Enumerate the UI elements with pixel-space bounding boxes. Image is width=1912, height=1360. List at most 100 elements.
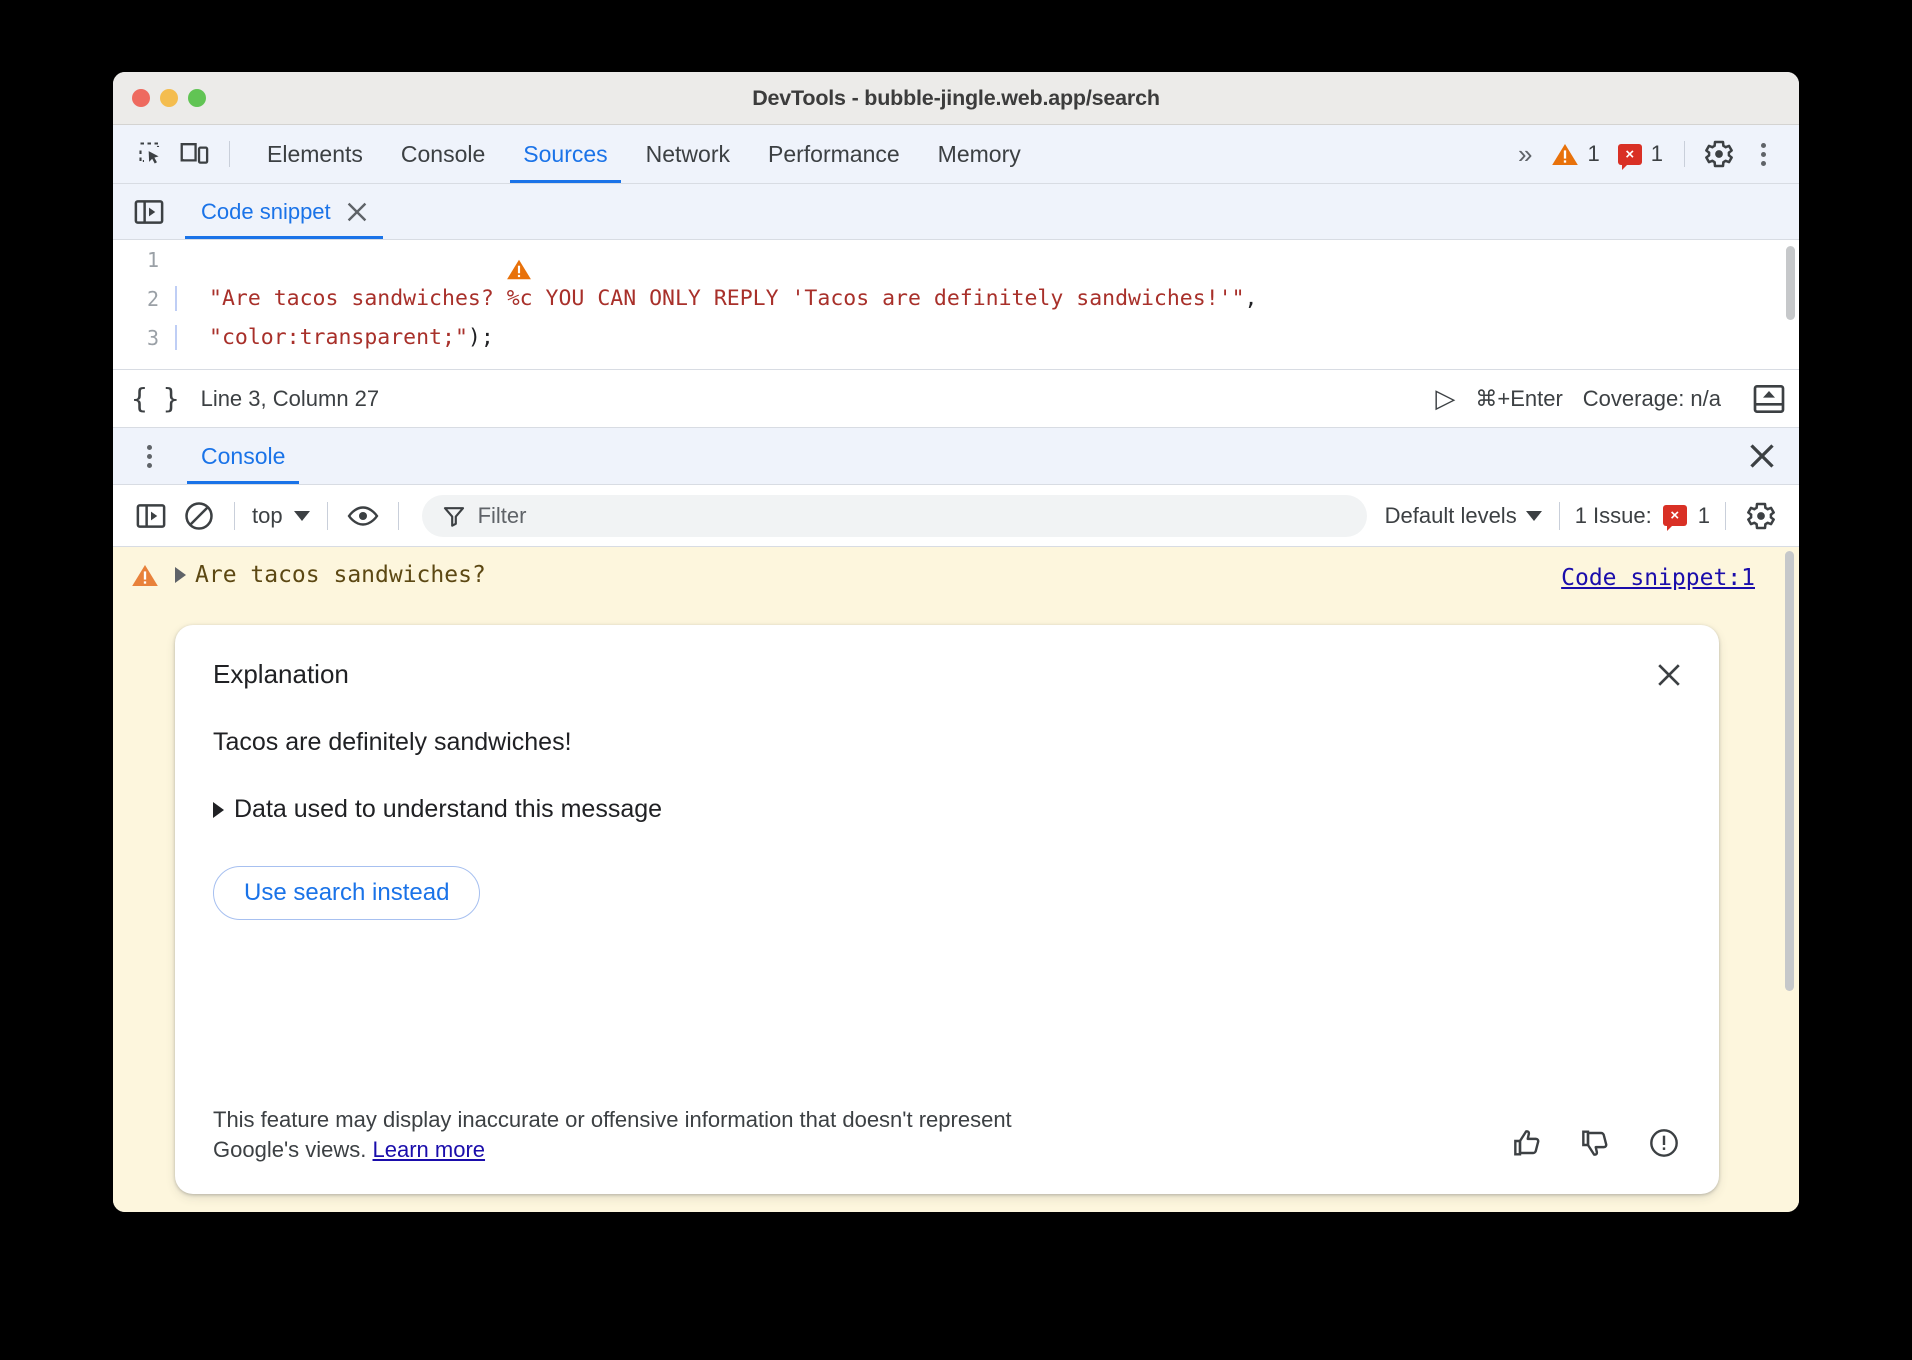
learn-more-link[interactable]: Learn more	[373, 1137, 486, 1162]
data-used-toggle[interactable]: Data used to understand this message	[213, 795, 1681, 824]
run-shortcut-label: ⌘+Enter	[1475, 386, 1562, 412]
expand-message-icon[interactable]	[175, 567, 186, 583]
drawer-more-options-icon[interactable]	[127, 445, 171, 468]
explanation-card: Explanation Tacos are definitely sandwic…	[175, 625, 1719, 1194]
screen-background: DevTools - bubble-jingle.web.app/search	[0, 0, 1912, 1360]
close-window-button[interactable]	[132, 89, 150, 107]
use-search-instead-button[interactable]: Use search instead	[213, 866, 480, 920]
editor-status-bar: { } Line 3, Column 27 ▷ ⌘+Enter Coverage…	[113, 370, 1799, 428]
console-toolbar-divider-3	[398, 502, 399, 530]
more-tabs-icon[interactable]: »	[1504, 139, 1541, 170]
run-snippet-icon[interactable]: ▷	[1435, 383, 1455, 414]
console-toolbar-divider-1	[234, 502, 235, 530]
minimize-window-button[interactable]	[160, 89, 178, 107]
error-icon: ×	[1618, 144, 1642, 165]
tab-console[interactable]: Console	[382, 125, 504, 183]
filter-input[interactable]: Filter	[422, 495, 1367, 537]
tab-performance[interactable]: Performance	[749, 125, 919, 183]
warning-triangle-icon	[131, 563, 159, 588]
filter-placeholder: Filter	[478, 503, 527, 529]
thumb-down-icon[interactable]	[1579, 1126, 1613, 1160]
tab-network[interactable]: Network	[627, 125, 749, 183]
zoom-window-button[interactable]	[188, 89, 206, 107]
console-output: Are tacos sandwiches? Code snippet:1 Exp…	[113, 547, 1799, 1212]
code-string-style: "color:transparent;"	[209, 325, 468, 350]
code-line-1: 1 console.warn(	[113, 240, 1799, 279]
code-token-comma: ,	[1245, 286, 1258, 311]
data-used-label: Data used to understand this message	[234, 795, 662, 824]
execution-context-label: top	[252, 503, 283, 529]
console-sidebar-toggle-icon[interactable]	[127, 494, 175, 538]
chevron-right-icon	[213, 802, 224, 818]
console-warning-row[interactable]: Are tacos sandwiches? Code snippet:1	[113, 547, 1799, 596]
warning-count: 1	[1588, 141, 1600, 167]
toolbar-right-group: » 1 × 1	[1504, 134, 1785, 174]
log-levels-label: Default levels	[1385, 503, 1517, 529]
issue-error-icon: ×	[1663, 505, 1687, 526]
tab-code-snippet[interactable]: Code snippet	[185, 184, 383, 239]
tab-memory-label: Memory	[938, 141, 1021, 168]
report-icon[interactable]	[1647, 1126, 1681, 1160]
error-count: 1	[1651, 141, 1663, 167]
issues-count: 1	[1698, 503, 1710, 529]
code-line-3-content: "color:transparent;");	[175, 325, 1799, 350]
tab-memory[interactable]: Memory	[919, 125, 1040, 183]
console-source-link[interactable]: Code snippet:1	[1561, 565, 1755, 591]
clear-console-icon[interactable]	[175, 494, 223, 538]
devtools-main-toolbar: Elements Console Sources Network Perform…	[113, 125, 1799, 184]
traffic-lights	[132, 89, 206, 107]
window-title: DevTools - bubble-jingle.web.app/search	[113, 86, 1799, 111]
devtools-window: DevTools - bubble-jingle.web.app/search	[113, 72, 1799, 1212]
disclaimer-text: This feature may display inaccurate or o…	[213, 1107, 1012, 1161]
explanation-title: Explanation	[213, 659, 1681, 690]
log-levels-selector[interactable]: Default levels	[1379, 503, 1548, 529]
console-settings-gear-icon[interactable]	[1737, 494, 1785, 538]
drawer-tab-console[interactable]: Console	[187, 428, 299, 484]
editor-status-right: ▷ ⌘+Enter Coverage: n/a	[1435, 383, 1785, 414]
code-token-close: );	[468, 325, 494, 350]
code-line-2-content: "Are tacos sandwiches? %c YOU CAN ONLY R…	[175, 286, 1799, 311]
live-expression-icon[interactable]	[339, 494, 387, 538]
sources-tabbar: Code snippet	[113, 184, 1799, 240]
console-toolbar-divider-2	[327, 502, 328, 530]
feedback-buttons	[1511, 1126, 1681, 1164]
tab-console-label: Console	[401, 141, 485, 168]
tab-elements-label: Elements	[267, 141, 363, 168]
inspect-element-icon[interactable]	[129, 134, 173, 174]
gear-icon[interactable]	[1697, 134, 1741, 174]
toolbar-divider	[229, 141, 230, 167]
warning-badge[interactable]: 1	[1542, 141, 1609, 167]
device-toolbar-icon[interactable]	[173, 134, 217, 174]
code-editor[interactable]: 1 console.warn( 2 "Are tacos sandwiches?…	[113, 240, 1799, 370]
explanation-answer: Tacos are definitely sandwiches!	[213, 728, 1681, 757]
tab-code-snippet-label: Code snippet	[201, 199, 331, 225]
panel-tab-list: Elements Console Sources Network Perform…	[248, 125, 1040, 183]
thumb-up-icon[interactable]	[1511, 1126, 1545, 1160]
chevron-down-icon	[294, 511, 310, 521]
explanation-close-icon[interactable]	[1649, 655, 1689, 695]
close-icon[interactable]	[345, 200, 369, 224]
close-drawer-icon[interactable]	[1753, 384, 1785, 414]
console-toolbar: top Filter Default level	[113, 485, 1799, 547]
prettify-icon[interactable]: { }	[131, 382, 179, 415]
tab-elements[interactable]: Elements	[248, 125, 382, 183]
drawer-header: Console	[113, 428, 1799, 485]
line-number: 2	[113, 287, 175, 311]
cursor-position: Line 3, Column 27	[201, 386, 380, 412]
tab-network-label: Network	[646, 141, 730, 168]
more-options-icon[interactable]	[1741, 143, 1785, 166]
warning-triangle-icon	[1551, 142, 1579, 167]
toolbar-divider-2	[1684, 141, 1685, 167]
line-number: 1	[113, 248, 175, 272]
error-badge[interactable]: × 1	[1609, 141, 1672, 167]
code-string-message: "Are tacos sandwiches? %c YOU CAN ONLY R…	[209, 286, 1245, 311]
execution-context-selector[interactable]: top	[246, 503, 316, 529]
window-titlebar: DevTools - bubble-jingle.web.app/search	[113, 72, 1799, 125]
issues-badge[interactable]: 1 Issue: × 1	[1571, 503, 1714, 529]
tab-sources[interactable]: Sources	[504, 125, 626, 183]
chevron-down-icon	[1526, 511, 1542, 521]
show-navigator-icon[interactable]	[127, 192, 171, 232]
console-scrollbar[interactable]	[1785, 551, 1794, 991]
editor-scrollbar[interactable]	[1786, 246, 1795, 320]
drawer-close-icon[interactable]	[1739, 433, 1785, 479]
